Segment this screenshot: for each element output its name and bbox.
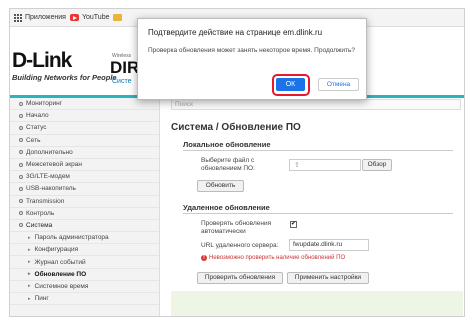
page-title: Система / Обновление ПО xyxy=(171,122,301,133)
bullet-icon xyxy=(19,211,23,216)
sidebar-item-label: Сеть xyxy=(26,136,41,144)
file-label-line: Выберите файл с xyxy=(201,157,255,164)
sidebar-item-label: Мониторинг xyxy=(26,100,63,108)
file-label-line: обновлением ПО: xyxy=(201,164,255,172)
update-button[interactable]: Обновить xyxy=(197,180,244,192)
dialog-message: Проверка обновления может занять некотор… xyxy=(148,47,355,54)
bullet-icon xyxy=(19,113,23,118)
upload-icon: ⇪ xyxy=(294,162,300,169)
sidebar-item-label: Обновление ПО xyxy=(34,270,87,278)
firmware-file-field[interactable]: ⇪ xyxy=(289,159,361,171)
sidebar-item-label: USB-накопитель xyxy=(26,185,76,193)
sidebar-item-label: Статус xyxy=(26,124,47,132)
bullet-icon xyxy=(19,186,23,191)
bookmark-folder[interactable] xyxy=(113,14,123,21)
chevron-right-icon: ▸ xyxy=(28,271,31,278)
sidebar-item-label: Начало xyxy=(26,112,49,120)
sidebar-item-firewall[interactable]: Межсетевой экран xyxy=(10,159,159,172)
bullet-icon xyxy=(19,125,23,130)
bullet-icon xyxy=(19,101,23,106)
sidebar-item-label: Transmission xyxy=(26,197,65,205)
sidebar-item-start[interactable]: Начало xyxy=(10,110,159,123)
local-update-title: Локальное обновление xyxy=(183,140,271,149)
sidebar-item-label: Журнал событий xyxy=(34,258,86,266)
sidebar-item-ping[interactable]: ▸ Пинг xyxy=(10,293,159,306)
server-url-input[interactable]: fwupdate.dlink.ru xyxy=(289,239,369,251)
sidebar-item-configuration[interactable]: ▸ Конфигурация xyxy=(10,244,159,257)
bookmark-label: Приложения xyxy=(25,14,66,21)
chevron-right-icon: ▸ xyxy=(28,246,31,253)
sidebar-item-system[interactable]: Система xyxy=(10,220,159,233)
section-divider xyxy=(183,213,453,214)
sidebar-item-transmission[interactable]: Transmission xyxy=(10,196,159,208)
main-content: Поиск Система / Обновление ПО Локальное … xyxy=(161,98,464,316)
sidebar-item-label: Пинг xyxy=(34,295,49,303)
sidebar-item-label: Контроль xyxy=(26,209,55,217)
sidebar-item-advanced[interactable]: Дополнительно xyxy=(10,147,159,159)
apps-icon xyxy=(14,13,22,22)
section-divider xyxy=(183,150,453,151)
sidebar-item-label: Дополнительно xyxy=(26,148,73,156)
ok-button[interactable]: ОК xyxy=(276,78,305,91)
bullet-icon xyxy=(19,223,23,228)
ok-highlight: ОК xyxy=(272,74,310,96)
chevron-right-icon: ▸ xyxy=(28,234,31,241)
auto-check-label: Проверять обновления автоматически xyxy=(201,220,271,235)
auto-check-checkbox[interactable]: ✔ xyxy=(290,221,297,228)
model-subtitle: Систе xyxy=(112,78,132,85)
confirm-dialog: Подтвердите действие на странице em.dlin… xyxy=(137,18,367,100)
bullet-icon xyxy=(19,162,23,167)
chevron-right-icon: ▸ xyxy=(28,283,31,290)
browse-button[interactable]: Обзор xyxy=(362,159,392,171)
bottom-panel xyxy=(171,291,463,316)
bullet-icon xyxy=(19,138,23,143)
sidebar-item-control[interactable]: Контроль xyxy=(10,208,159,220)
folder-icon xyxy=(113,14,123,21)
chevron-right-icon: ▸ xyxy=(28,295,31,302)
auto-check-label-line: автоматически xyxy=(201,227,246,235)
warning-text: Невозможно проверить наличие обновлений … xyxy=(209,255,346,261)
sidebar-item-label: Конфигурация xyxy=(34,246,79,254)
sidebar-item-label: Межсетевой экран xyxy=(26,161,82,169)
sidebar-item-system-time[interactable]: ▸ Системное время xyxy=(10,281,159,293)
sidebar-menu: Мониторинг Начало Статус Сеть Дополнител… xyxy=(10,98,160,316)
browser-window: Приложения YouTube D-Link Building Netwo… xyxy=(9,8,465,317)
sidebar-item-label: Система xyxy=(26,221,53,229)
url-label: URL удаленного сервера: xyxy=(201,242,279,249)
sidebar-item-network[interactable]: Сеть xyxy=(10,135,159,147)
bullet-icon xyxy=(19,199,23,204)
youtube-icon xyxy=(69,14,79,21)
update-warning: ! Невозможно проверить наличие обновлени… xyxy=(201,255,345,261)
chevron-right-icon: ▸ xyxy=(28,259,31,266)
sidebar-item-label: Системное время xyxy=(34,282,89,290)
sidebar-item-label: Пароль администратора xyxy=(34,234,109,242)
bullet-icon xyxy=(19,174,23,179)
bullet-icon xyxy=(19,150,23,155)
auto-check-label-line: Проверять обновления xyxy=(201,220,272,227)
bookmark-youtube[interactable]: YouTube xyxy=(69,14,110,21)
check-updates-button[interactable]: Проверить обновления xyxy=(197,272,283,284)
warning-icon: ! xyxy=(201,255,207,261)
sidebar-item-firmware-update[interactable]: ▸ Обновление ПО xyxy=(10,269,159,281)
sidebar-item-admin-password[interactable]: ▸ Пароль администратора xyxy=(10,232,159,245)
dlink-logo: D-Link xyxy=(12,49,72,72)
apply-settings-button[interactable]: Применить настройки xyxy=(287,272,369,284)
remote-update-title: Удаленное обновление xyxy=(183,203,270,212)
sidebar-item-event-log[interactable]: ▸ Журнал событий xyxy=(10,256,159,269)
sidebar-item-usb[interactable]: USB-накопитель xyxy=(10,183,159,196)
bookmark-apps[interactable]: Приложения xyxy=(14,13,66,22)
logo-tagline: Building Networks for People xyxy=(12,73,117,82)
bookmark-label: YouTube xyxy=(81,14,110,21)
sidebar-item-label: 3G/LTE-модем xyxy=(26,173,70,181)
sidebar-item-modem[interactable]: 3G/LTE-модем xyxy=(10,171,159,184)
cancel-button[interactable]: Отмена xyxy=(318,78,359,91)
dialog-title: Подтвердите действие на странице em.dlin… xyxy=(148,28,323,37)
file-label: Выберите файл с обновлением ПО: xyxy=(201,157,255,172)
sidebar-item-status[interactable]: Статус xyxy=(10,122,159,135)
search-input[interactable]: Поиск xyxy=(171,99,461,110)
